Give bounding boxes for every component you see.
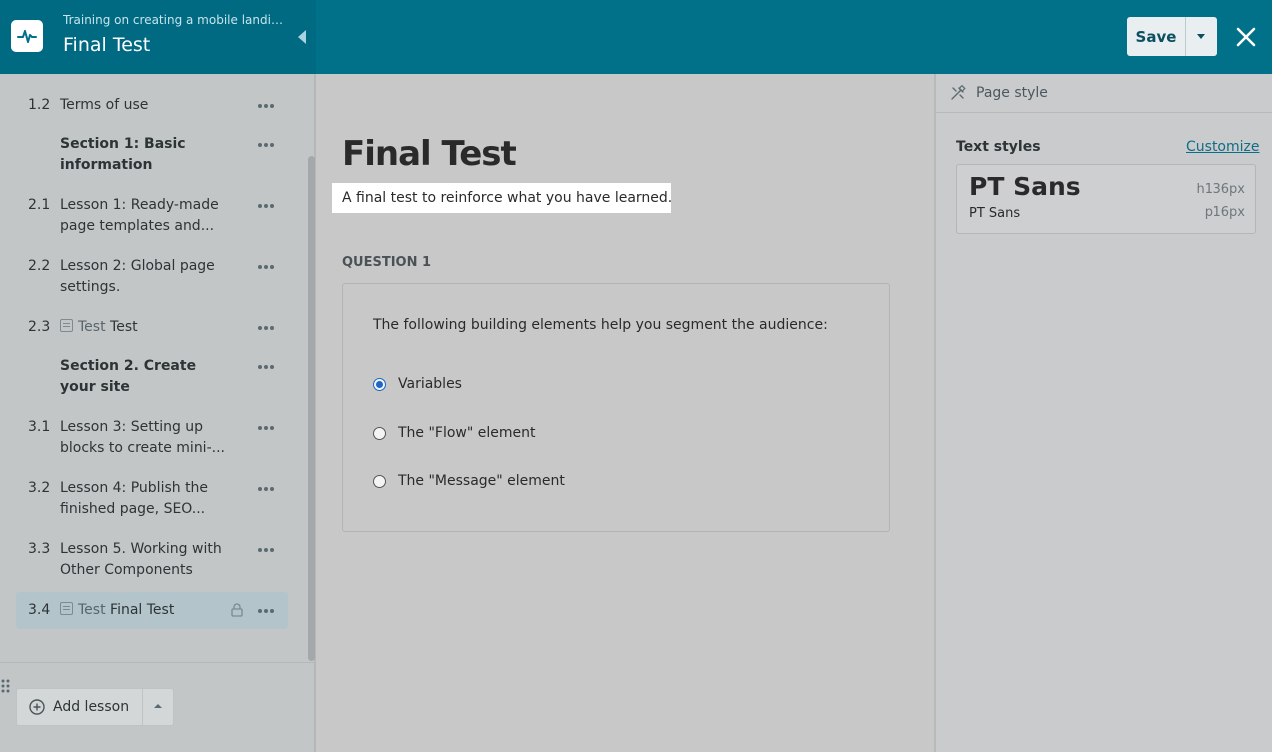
item-kind-label: Test — [78, 319, 106, 335]
lesson-number: 3.3 — [28, 541, 51, 557]
course-breadcrumb[interactable]: Training on creating a mobile landing p.… — [63, 13, 285, 27]
lock-icon — [231, 603, 243, 617]
lesson-title: Test — [110, 319, 138, 335]
question-label: QUESTION 1 — [342, 255, 432, 270]
lesson-title: Lesson 3: Setting up blocks to create mi… — [60, 419, 225, 456]
lesson-number: 3.2 — [28, 480, 51, 496]
add-lesson-group: Add lesson — [16, 688, 174, 726]
test-title-wrap: Test Final Test — [60, 600, 225, 621]
save-button-group: Save — [1127, 17, 1217, 56]
option-label: Variables — [398, 376, 462, 392]
item-kind-label: Test — [78, 602, 106, 618]
lesson-list: 1.2 Terms of use Section 1: Basic inform… — [0, 74, 306, 662]
course-outline-sidebar: 1.2 Terms of use Section 1: Basic inform… — [0, 74, 316, 752]
more-options-icon[interactable] — [256, 135, 276, 155]
more-options-icon[interactable] — [256, 196, 276, 216]
section-title: Section 1: Basic information — [60, 136, 186, 173]
add-options-chevron-up-icon[interactable] — [143, 689, 173, 725]
save-button[interactable]: Save — [1127, 17, 1186, 56]
lesson-item[interactable]: 2.2 Lesson 2: Global page settings. — [16, 256, 288, 298]
style-panel: Page style Text styles Customize PT Sans… — [934, 74, 1272, 752]
test-item-active[interactable]: 3.4 Test Final Test — [16, 592, 288, 629]
radio-selected[interactable] — [373, 377, 386, 391]
lesson-title: Lesson 4: Publish the finished page, SEO… — [60, 480, 209, 517]
lesson-title: Terms of use — [60, 97, 149, 113]
plus-circle-icon — [29, 699, 45, 715]
more-options-icon[interactable] — [256, 479, 276, 499]
lesson-item[interactable]: 2.1 Lesson 1: Ready-made page templates … — [16, 195, 288, 237]
question-card[interactable]: The following building elements help you… — [342, 283, 890, 532]
collapse-sidebar-icon[interactable] — [296, 28, 308, 46]
more-options-icon[interactable] — [256, 257, 276, 277]
page-style-tab[interactable]: Page style — [936, 74, 1272, 113]
radio[interactable] — [373, 426, 386, 440]
test-item[interactable]: 2.3 Test Test — [16, 317, 288, 338]
paint-style-icon — [951, 85, 966, 100]
body-size: 16px — [1212, 205, 1246, 220]
lesson-number: 2.2 — [28, 258, 51, 274]
add-lesson-button[interactable]: Add lesson — [17, 689, 143, 725]
question-text: The following building elements help you… — [373, 317, 828, 333]
save-options-chevron-down-icon[interactable] — [1186, 17, 1217, 56]
test-title-wrap: Test Test — [60, 317, 225, 338]
lesson-title: Lesson 1: Ready-made page templates and.… — [60, 197, 219, 234]
test-icon — [60, 319, 73, 332]
more-options-icon[interactable] — [256, 357, 276, 377]
heading-font-preview: PT Sans — [969, 172, 1081, 201]
radio[interactable] — [373, 474, 386, 488]
more-options-icon[interactable] — [256, 318, 276, 338]
lesson-item[interactable]: 3.3 Lesson 5. Working with Other Compone… — [16, 539, 288, 581]
heading-tag: h1 — [1196, 182, 1213, 197]
page-title: Final Test — [63, 34, 151, 56]
answer-option[interactable]: Variables — [373, 374, 462, 394]
lesson-number: 3.4 — [28, 602, 51, 618]
lesson-title: Final Test — [110, 602, 175, 618]
add-lesson-label: Add lesson — [53, 699, 130, 715]
text-styles-heading: Text styles — [956, 139, 1041, 155]
sidebar-scrollbar[interactable] — [308, 156, 315, 661]
lesson-number: 2.1 — [28, 197, 51, 213]
more-options-icon[interactable] — [256, 96, 276, 116]
heading-size: 36px — [1212, 182, 1246, 197]
answer-option[interactable]: The "Flow" element — [373, 423, 536, 443]
pulse-logo-icon[interactable] — [11, 20, 43, 52]
test-icon — [60, 602, 73, 615]
lesson-title: Lesson 2: Global page settings. — [60, 258, 215, 295]
course-header: Training on creating a mobile landing p.… — [0, 0, 316, 74]
page-style-label: Page style — [976, 85, 1048, 101]
body-font-preview: PT Sans — [969, 206, 1021, 221]
option-label: The "Message" element — [398, 473, 565, 489]
more-options-icon[interactable] — [256, 601, 276, 621]
lesson-number: 3.1 — [28, 419, 51, 435]
section-title: Section 2. Create your site — [60, 358, 197, 395]
more-options-icon[interactable] — [256, 540, 276, 560]
page-canvas: Final Test A final test to reinforce wha… — [318, 74, 934, 752]
section-item[interactable]: Section 2. Create your site — [16, 356, 288, 398]
sidebar-footer: Add lesson — [0, 662, 314, 752]
lesson-number: 1.2 — [28, 97, 51, 113]
lesson-item[interactable]: 1.2 Terms of use — [16, 95, 288, 116]
answer-option[interactable]: The "Message" element — [373, 471, 565, 491]
more-options-icon[interactable] — [256, 418, 276, 438]
text-styles-card[interactable]: PT Sans PT Sans h1 36px p 16px — [956, 164, 1256, 234]
lesson-item[interactable]: 3.2 Lesson 4: Publish the finished page,… — [16, 478, 288, 520]
page-description[interactable]: A final test to reinforce what you have … — [332, 183, 672, 213]
lesson-number: 2.3 — [28, 319, 51, 335]
option-label: The "Flow" element — [398, 425, 536, 441]
close-icon[interactable] — [1233, 24, 1259, 50]
customize-link[interactable]: Customize — [1186, 139, 1260, 155]
lesson-item[interactable]: 3.1 Lesson 3: Setting up blocks to creat… — [16, 417, 288, 459]
lesson-title: Lesson 5. Working with Other Components — [60, 541, 222, 578]
section-item[interactable]: Section 1: Basic information — [16, 134, 288, 176]
page-heading[interactable]: Final Test — [342, 134, 517, 174]
top-bar: Training on creating a mobile landing p.… — [0, 0, 1272, 74]
